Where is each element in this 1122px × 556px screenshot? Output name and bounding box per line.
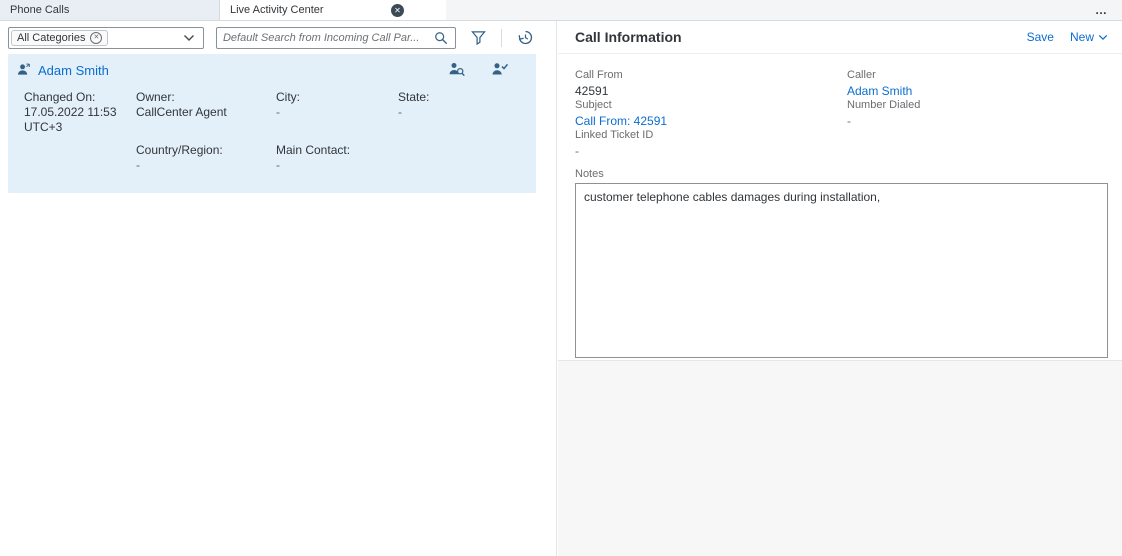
field-label: Subject (575, 99, 847, 112)
category-token[interactable]: All Categories ✕ (11, 30, 108, 46)
inspect-contact-icon[interactable] (448, 61, 465, 80)
tab-bar: Phone Calls Live Activity Center ✕ … (0, 0, 1122, 21)
contact-field-state: State: - (398, 90, 528, 143)
tab-live-activity-center-label: Live Activity Center (230, 4, 324, 16)
field-value: 17.05.2022 11:53 UTC+3 (24, 105, 128, 135)
contact-field-country-region: Country/Region: - (136, 143, 276, 181)
remove-token-icon[interactable]: ✕ (90, 32, 102, 44)
category-token-label: All Categories (17, 32, 85, 44)
page-title: Call Information (575, 29, 682, 45)
reset-history-icon[interactable] (514, 27, 536, 49)
contact-icon (16, 62, 31, 79)
contact-field-city: City: - (276, 90, 398, 143)
call-information-panel: Call Information Save New Call From 4259… (558, 21, 1122, 556)
field-value: - (136, 158, 268, 173)
field-value: - (276, 158, 390, 173)
search-field[interactable] (216, 27, 456, 49)
notes-section: Notes customer telephone cables damages … (558, 158, 1122, 358)
call-information-header: Call Information Save New (558, 21, 1122, 54)
app-window: Phone Calls Live Activity Center ✕ … All… (0, 0, 1122, 556)
field-value: - (575, 144, 847, 158)
field-call-from: Call From 42591 (575, 69, 847, 98)
field-subject: Subject Call From: 42591 (575, 99, 847, 128)
chevron-down-icon (1098, 34, 1108, 41)
contact-field-main-contact: Main Contact: - (276, 143, 398, 181)
notes-label: Notes (575, 168, 1108, 181)
field-label: State: (398, 90, 520, 105)
close-icon[interactable]: ✕ (391, 4, 404, 17)
field-label: Caller (847, 69, 1106, 82)
subject-link[interactable]: Call From: 42591 (575, 114, 847, 128)
overflow-menu-button[interactable]: … (1081, 0, 1122, 20)
contact-card-header: Adam Smith (8, 54, 536, 84)
notes-textarea[interactable]: customer telephone cables damages during… (575, 183, 1108, 358)
contact-card-actions (448, 61, 520, 80)
contact-card: Adam Smith (8, 54, 536, 193)
field-value: CallCenter Agent (136, 105, 268, 120)
live-activity-left-panel: All Categories ✕ (0, 21, 557, 556)
call-information-form: Call From 42591 Caller Adam Smith Subjec… (558, 54, 1122, 158)
filter-toolbar: All Categories ✕ (0, 21, 556, 53)
contact-field-owner: Owner: CallCenter Agent (136, 90, 276, 143)
field-value: - (398, 105, 520, 120)
chevron-down-icon[interactable] (181, 30, 197, 46)
filter-icon[interactable] (468, 27, 490, 49)
new-button-label: New (1070, 30, 1094, 44)
field-label: Country/Region: (136, 143, 268, 158)
toolbar-separator (501, 29, 502, 47)
category-dropdown[interactable]: All Categories ✕ (8, 27, 204, 49)
caller-link[interactable]: Adam Smith (847, 84, 1106, 98)
contact-fields-grid: Changed On: 17.05.2022 11:53 UTC+3 Owner… (8, 84, 536, 193)
field-value: 42591 (575, 84, 847, 98)
contact-name-link[interactable]: Adam Smith (38, 63, 109, 78)
field-value: - (847, 114, 1106, 128)
tab-phone-calls[interactable]: Phone Calls (0, 0, 220, 20)
field-label: Number Dialed (847, 99, 1106, 112)
field-linked-ticket-id: Linked Ticket ID - (575, 129, 847, 158)
header-actions: Save New (1027, 30, 1108, 44)
search-icon[interactable] (433, 30, 449, 46)
field-number-dialed: Number Dialed - (847, 99, 1106, 128)
tab-phone-calls-label: Phone Calls (10, 4, 69, 16)
field-label: Call From (575, 69, 847, 82)
new-button[interactable]: New (1070, 30, 1108, 44)
field-value: - (276, 105, 390, 120)
field-label: Linked Ticket ID (575, 129, 847, 142)
save-button[interactable]: Save (1027, 30, 1054, 44)
field-label: Changed On: (24, 90, 128, 105)
call-information-card: Call Information Save New Call From 4259… (558, 21, 1122, 361)
field-label: Owner: (136, 90, 268, 105)
field-caller: Caller Adam Smith (847, 69, 1106, 98)
tab-live-activity-center[interactable]: Live Activity Center ✕ (220, 0, 446, 20)
field-label: City: (276, 90, 390, 105)
confirm-contact-icon[interactable] (491, 61, 508, 80)
search-input[interactable] (223, 32, 429, 44)
field-label: Main Contact: (276, 143, 390, 158)
contact-field-changed-on: Changed On: 17.05.2022 11:53 UTC+3 (24, 90, 136, 143)
